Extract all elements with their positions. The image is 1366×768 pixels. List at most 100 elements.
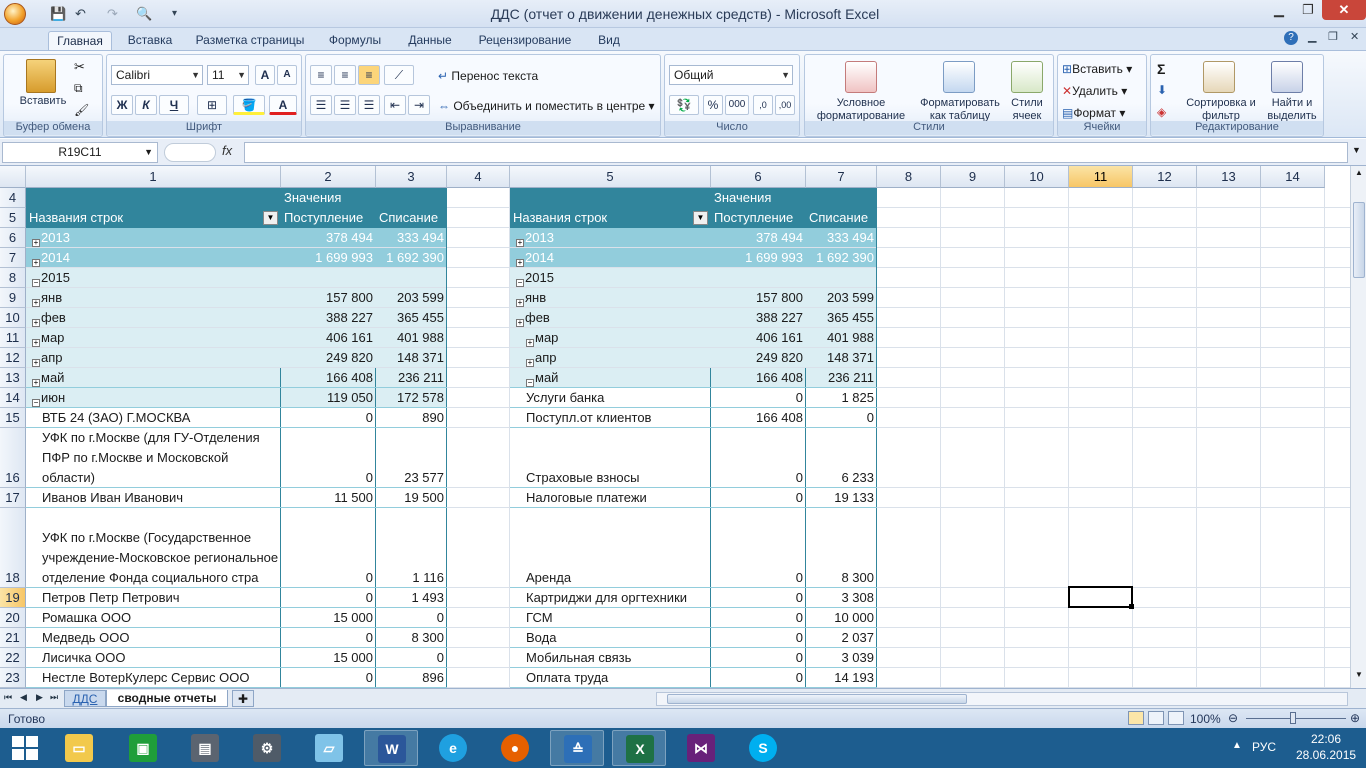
- pivot-row-label[interactable]: +2014: [512, 248, 709, 268]
- shrink-font-button[interactable]: A: [277, 65, 297, 85]
- align-middle-button[interactable]: ≡: [334, 65, 356, 85]
- pivot-row-label[interactable]: Медведь ООО: [28, 628, 279, 648]
- pivot-value-out[interactable]: 19 133: [806, 488, 877, 508]
- pivot-row-label[interactable]: Ромашка ООО: [28, 608, 279, 628]
- pivot-row-label[interactable]: + мар: [28, 328, 279, 348]
- italic-button[interactable]: К: [135, 95, 157, 115]
- next-sheet-icon[interactable]: ▶: [36, 692, 43, 703]
- pivot-row-label[interactable]: Вода: [512, 628, 709, 648]
- pivot-value-out[interactable]: 148 371: [376, 348, 447, 368]
- pivot-value-in[interactable]: 11 500: [281, 488, 376, 508]
- pivot-value-out[interactable]: 236 211: [376, 368, 447, 388]
- pivot-value-in[interactable]: 1 699 993: [711, 248, 806, 268]
- pivot-value-in[interactable]: 0: [281, 668, 376, 688]
- autosum-button[interactable]: Σ: [1157, 61, 1165, 77]
- column-header[interactable]: 11: [1069, 166, 1133, 188]
- pivot-value-in[interactable]: 0: [281, 628, 376, 648]
- taskbar-app4[interactable]: ⚙: [240, 730, 294, 766]
- column-header[interactable]: 14: [1261, 166, 1325, 188]
- taskbar-explorer[interactable]: ▭: [52, 730, 106, 766]
- pivot-value-in[interactable]: 249 820: [711, 348, 806, 368]
- last-sheet-icon[interactable]: ⏭: [50, 692, 58, 703]
- insert-function-button[interactable]: fx: [222, 143, 242, 158]
- pivot-value-in[interactable]: 166 408: [711, 408, 806, 428]
- pivot-value-in[interactable]: 0: [711, 468, 806, 488]
- taskbar-ie[interactable]: e: [426, 730, 480, 766]
- decrease-decimal-button[interactable]: ,00: [775, 95, 795, 115]
- row-header[interactable]: 6: [0, 228, 26, 248]
- collapse-icon[interactable]: −: [32, 399, 40, 407]
- tab-insert[interactable]: Вставка: [118, 31, 182, 50]
- pivot-row-label[interactable]: Петров Петр Петрович: [28, 588, 279, 608]
- pivot-value-out[interactable]: 1 692 390: [376, 248, 447, 268]
- column-header[interactable]: 2: [281, 166, 376, 188]
- row-header[interactable]: 22: [0, 648, 26, 668]
- column-header[interactable]: 4: [447, 166, 510, 188]
- pivot-value-out[interactable]: 3 039: [806, 648, 877, 668]
- restore-button[interactable]: ❐: [1294, 0, 1322, 20]
- sort-filter-button[interactable]: Сортировка и фильтр: [1183, 97, 1259, 123]
- pivot-row-label[interactable]: Услуги банка: [512, 388, 709, 408]
- pivot-value-in[interactable]: 15 000: [281, 648, 376, 668]
- paste-button[interactable]: Вставить: [10, 95, 76, 108]
- row-header[interactable]: 23: [0, 668, 26, 688]
- pivot-row-label[interactable]: − июн: [28, 388, 279, 408]
- pivot-value-out[interactable]: 236 211: [806, 368, 877, 388]
- clock-time[interactable]: 22:06: [1296, 732, 1356, 746]
- scroll-down-icon[interactable]: ▼: [1353, 670, 1365, 684]
- expand-icon[interactable]: +: [32, 299, 40, 307]
- pivot-value-out[interactable]: 401 988: [376, 328, 447, 348]
- pivot-value-in[interactable]: 0: [711, 388, 806, 408]
- increase-decimal-button[interactable]: ,0: [753, 95, 773, 115]
- pivot-value-out[interactable]: 19 500: [376, 488, 447, 508]
- taskbar-app3[interactable]: ▤: [178, 730, 232, 766]
- pivot-value-in[interactable]: 0: [281, 468, 376, 488]
- row-header[interactable]: 8: [0, 268, 26, 288]
- pivot-row-label[interactable]: +2014: [28, 248, 279, 268]
- taskbar-skype[interactable]: S: [736, 730, 790, 766]
- pivot-row-label[interactable]: +2013: [512, 228, 709, 248]
- taskbar-vs[interactable]: ⋈: [674, 730, 728, 766]
- expand-icon[interactable]: +: [32, 319, 40, 327]
- pivot-value-in[interactable]: 166 408: [711, 368, 806, 388]
- copy-icon[interactable]: ⧉: [74, 81, 83, 96]
- pivot-value-out[interactable]: 6 233: [806, 468, 877, 488]
- pivot-value-out[interactable]: 1 116: [376, 568, 447, 588]
- pivot-value-in[interactable]: 378 494: [281, 228, 376, 248]
- pivot-value-in[interactable]: 388 227: [281, 308, 376, 328]
- collapse-icon[interactable]: −: [526, 379, 534, 387]
- expand-icon[interactable]: +: [526, 339, 534, 347]
- pivot-row-label[interactable]: Иванов Иван Иванович: [28, 488, 279, 508]
- insert-sheet-icon[interactable]: ✚: [232, 690, 254, 707]
- pivot-row-label[interactable]: Нестле ВотерКулерс Сервис ООО: [28, 668, 279, 688]
- pivot-row-label[interactable]: + фев: [28, 308, 279, 328]
- tab-review[interactable]: Рецензирование: [470, 31, 580, 50]
- align-left-button[interactable]: ☰: [310, 95, 332, 115]
- font-name-combo[interactable]: Calibri ▼: [111, 65, 203, 85]
- column-header[interactable]: 7: [806, 166, 877, 188]
- pivot-value-in[interactable]: 0: [281, 568, 376, 588]
- pivot-value-out[interactable]: [806, 268, 877, 288]
- pivot-value-out[interactable]: 0: [376, 608, 447, 628]
- pivot-row-label[interactable]: − май: [512, 368, 709, 388]
- print-preview-icon[interactable]: 🔍: [136, 5, 153, 22]
- column-header[interactable]: 3: [376, 166, 447, 188]
- input-language[interactable]: РУС: [1252, 740, 1276, 754]
- row-header[interactable]: 20: [0, 608, 26, 628]
- align-right-button[interactable]: ☰: [358, 95, 380, 115]
- expand-icon[interactable]: +: [32, 339, 40, 347]
- merge-center-button[interactable]: ⇔ Объединить и поместить в центре ▾: [438, 97, 660, 115]
- formula-expand-icon[interactable]: ▼: [1352, 145, 1361, 155]
- pivot-value-in[interactable]: 378 494: [711, 228, 806, 248]
- pivot-value-out[interactable]: 401 988: [806, 328, 877, 348]
- fill-handle[interactable]: [1129, 604, 1134, 609]
- pivot-value-out[interactable]: 333 494: [806, 228, 877, 248]
- pivot-value-in[interactable]: 406 161: [711, 328, 806, 348]
- ribbon-close-icon[interactable]: ✕: [1350, 30, 1359, 43]
- row-header[interactable]: 21: [0, 628, 26, 648]
- bold-button[interactable]: Ж: [111, 95, 133, 115]
- pivot-value-in[interactable]: 166 408: [281, 368, 376, 388]
- column-header[interactable]: 1: [26, 166, 281, 188]
- column-header[interactable]: 10: [1005, 166, 1069, 188]
- cut-icon[interactable]: ✂: [74, 59, 85, 75]
